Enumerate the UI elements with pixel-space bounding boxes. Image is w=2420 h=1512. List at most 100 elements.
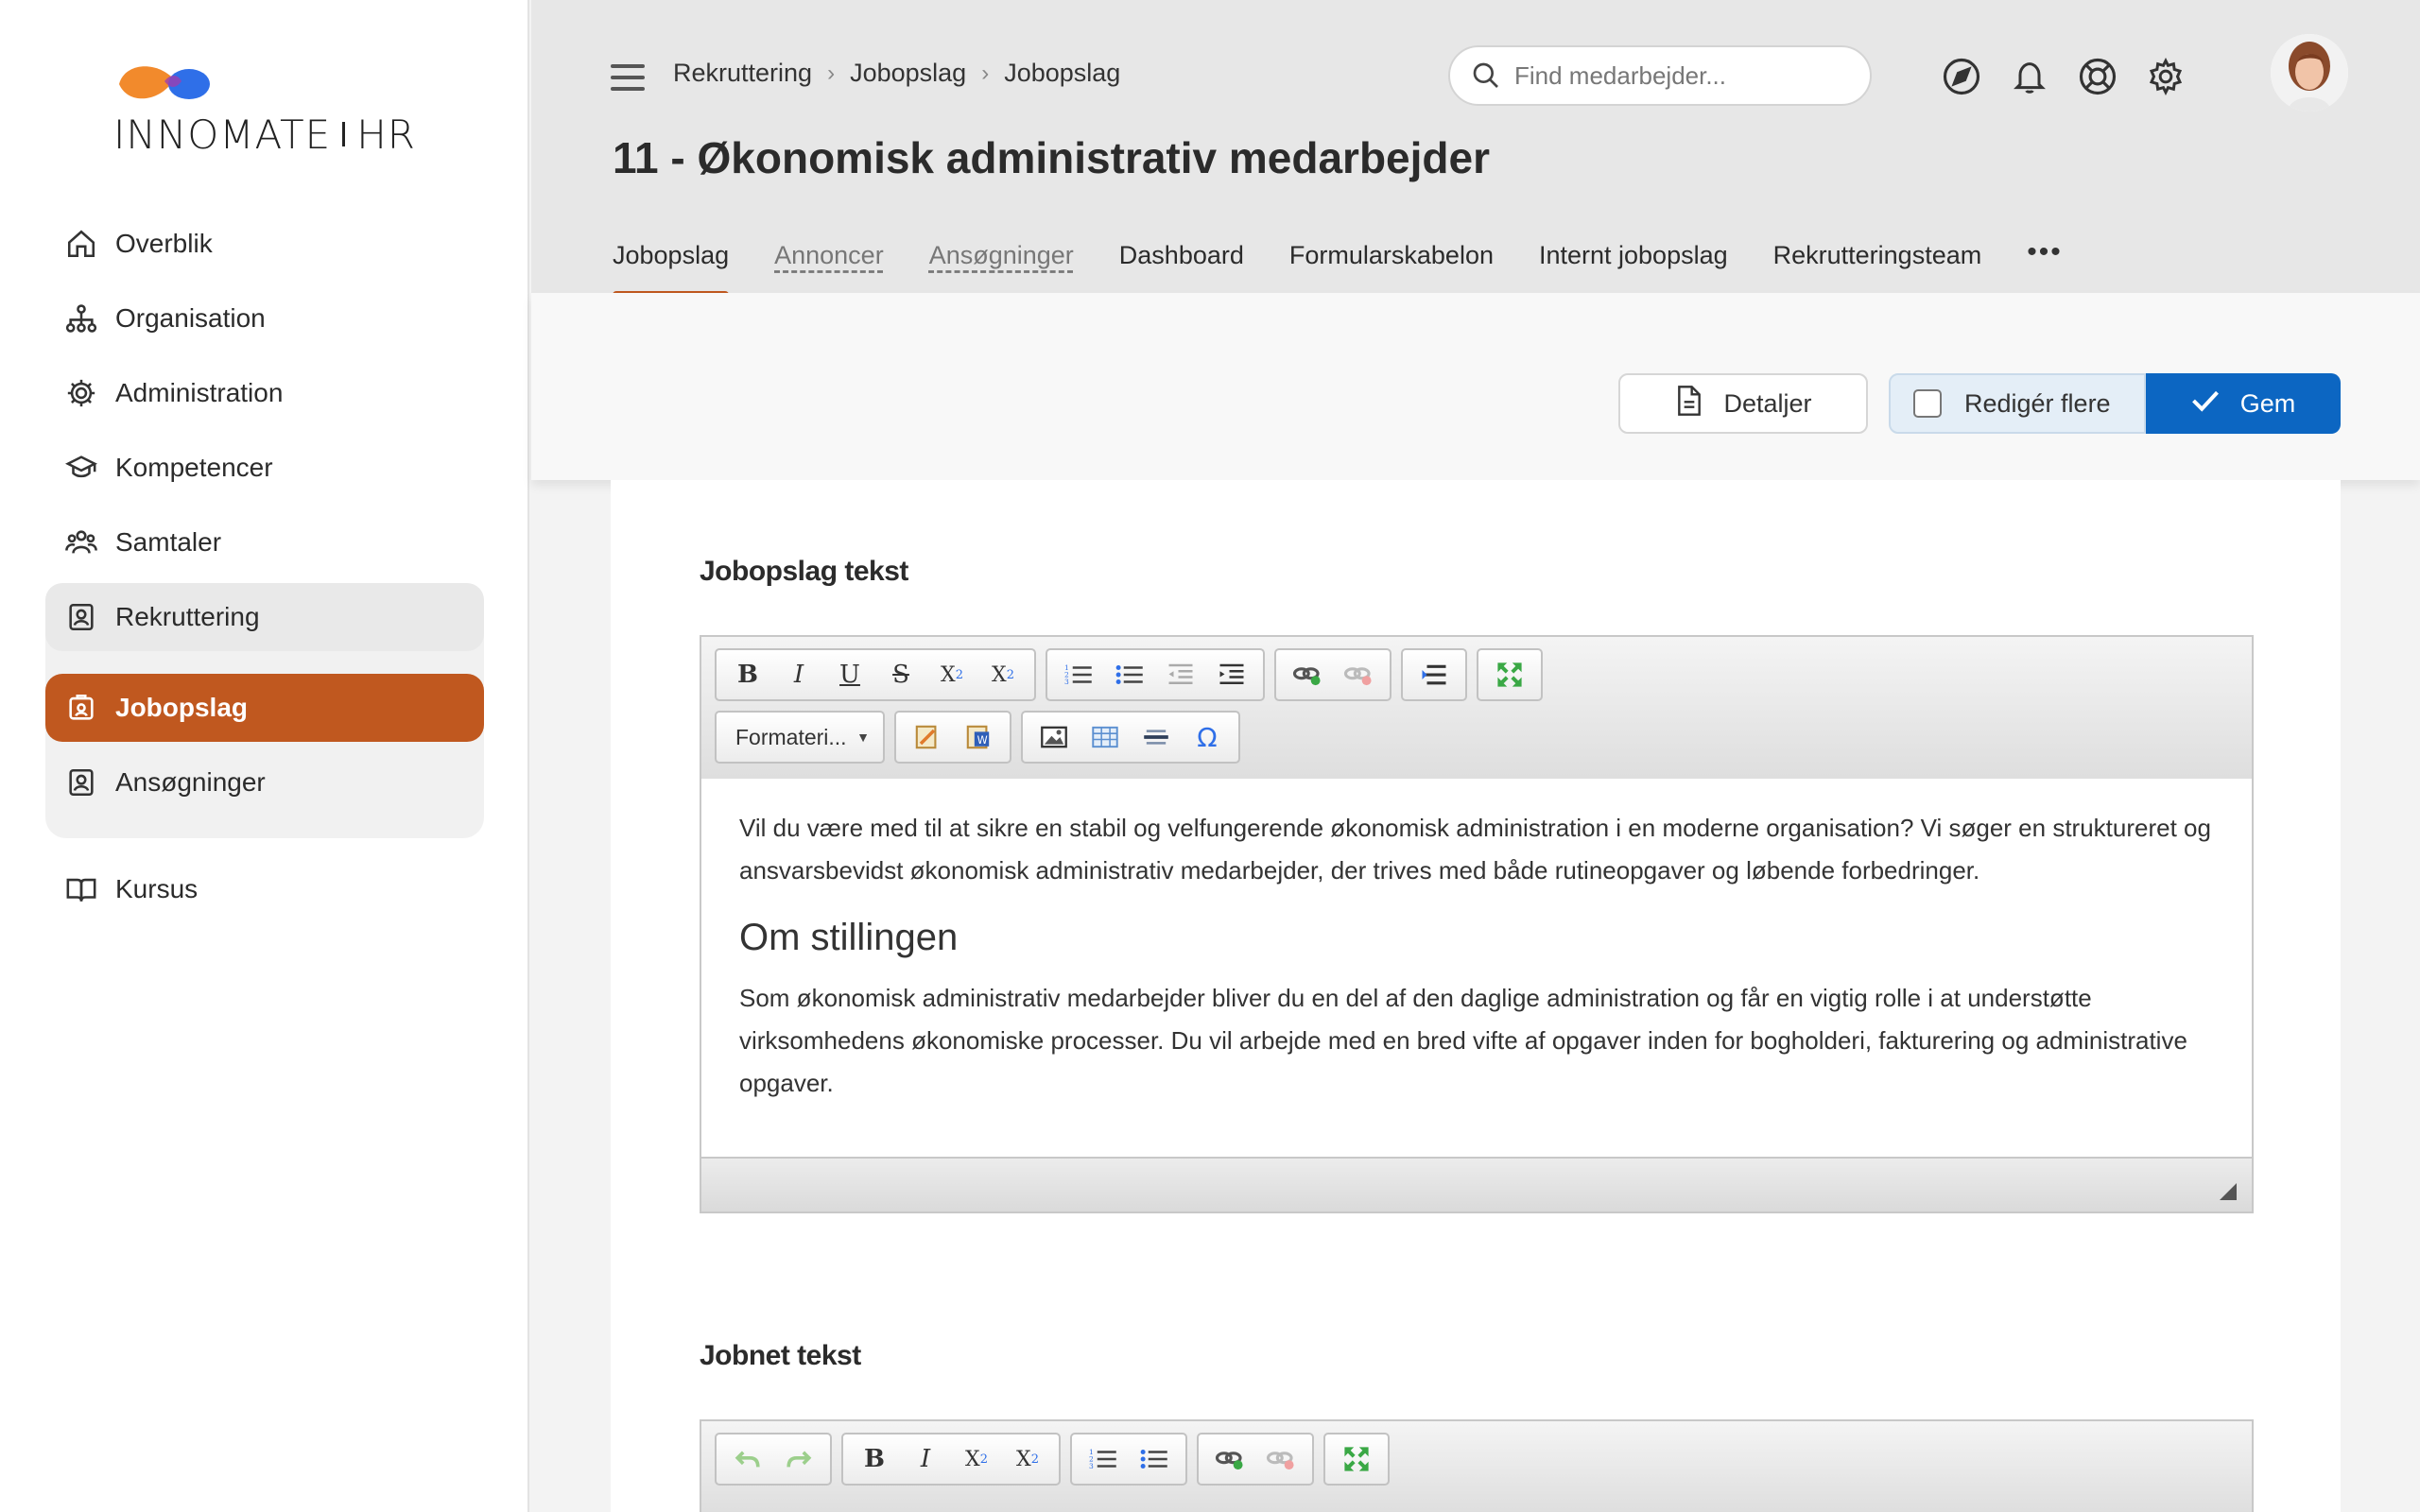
editor-toolbar: B I X2 X2 123 [701, 1421, 2252, 1512]
paste-text-icon[interactable] [902, 715, 953, 759]
id-badge-icon [64, 765, 98, 799]
sidebar: INNOMATE HR Overblik Organisation Adminis… [0, 0, 529, 1512]
tab-rekrutteringsteam[interactable]: Rekrutteringsteam [1773, 241, 1982, 285]
tab-internt-jobopslag[interactable]: Internt jobopslag [1539, 241, 1728, 285]
editor-paragraph: Som økonomisk administrativ medarbejder … [739, 984, 2187, 1097]
breadcrumb-item[interactable]: Jobopslag [1004, 59, 1120, 88]
id-badge-icon [64, 600, 98, 634]
toolbar-group-lists: 123 [1070, 1433, 1187, 1486]
details-button[interactable]: Detaljer [1618, 373, 1868, 434]
org-chart-icon [64, 301, 98, 335]
brand-logo[interactable]: INNOMATE HR [113, 59, 425, 163]
sidebar-item-ansogninger[interactable]: Ansøgninger [45, 748, 484, 816]
resize-handle-icon[interactable] [2220, 1183, 2237, 1200]
sidebar-item-label: Samtaler [115, 527, 222, 557]
underline-icon[interactable]: U [824, 653, 875, 696]
sidebar-item-kompetencer[interactable]: Kompetencer [45, 434, 484, 502]
book-icon [64, 872, 98, 906]
superscript-icon[interactable]: X2 [1002, 1437, 1053, 1481]
edit-multiple-toggle[interactable]: Redigér flere [1889, 373, 2146, 434]
sidebar-item-organisation[interactable]: Organisation [45, 284, 484, 352]
editor-heading: Om stillingen [739, 917, 959, 958]
special-character-icon[interactable]: Ω [1182, 715, 1233, 759]
search-box[interactable] [1448, 45, 1872, 106]
navigate-icon[interactable] [1940, 55, 1983, 98]
link-icon[interactable] [1204, 1437, 1255, 1481]
numbered-list-icon[interactable]: 123 [1053, 653, 1104, 696]
header-icons [1940, 55, 2187, 98]
sidebar-item-overblik[interactable]: Overblik [45, 210, 484, 278]
svg-text:W: W [977, 734, 988, 747]
format-select[interactable]: Formateri... ▼ [715, 711, 885, 764]
rich-text-editor-jobnet: B I X2 X2 123 [700, 1419, 2254, 1512]
undo-icon[interactable] [722, 1437, 773, 1481]
sidebar-item-administration[interactable]: Administration [45, 359, 484, 427]
user-avatar[interactable] [2271, 34, 2348, 112]
link-icon[interactable] [1282, 653, 1333, 696]
toolbar-group-lists: 123 [1046, 648, 1265, 701]
tab-annoncer[interactable]: Annoncer [774, 241, 884, 285]
indent-icon[interactable] [1206, 653, 1257, 696]
bold-icon[interactable]: B [722, 653, 773, 696]
settings-gear-icon[interactable] [2144, 55, 2187, 98]
tab-dashboard[interactable]: Dashboard [1119, 241, 1244, 285]
sidebar-item-jobopslag[interactable]: Jobopslag [45, 674, 484, 742]
unlink-icon[interactable] [1255, 1437, 1306, 1481]
bullet-list-icon[interactable] [1104, 653, 1155, 696]
toolbar-group-basic: B I X2 X2 [841, 1433, 1061, 1486]
editor-paragraph: Vil du være med til at sikre en stabil o… [739, 814, 2211, 885]
sidebar-item-kursus[interactable]: Kursus [45, 855, 484, 923]
page-break-icon[interactable] [1409, 653, 1460, 696]
edit-multiple-checkbox[interactable] [1913, 389, 1942, 418]
logo-mark-icon [119, 66, 210, 99]
italic-icon[interactable]: I [773, 653, 824, 696]
save-button[interactable]: Gem [2146, 373, 2341, 434]
breadcrumb-item[interactable]: Rekruttering [673, 59, 812, 88]
main-nav: Overblik Organisation Administration Kom… [45, 210, 484, 930]
bullet-list-icon[interactable] [1129, 1437, 1180, 1481]
unlink-icon[interactable] [1333, 653, 1384, 696]
tab-ansogninger[interactable]: Ansøgninger [929, 241, 1074, 285]
sidebar-item-rekruttering[interactable]: Rekruttering [45, 583, 484, 651]
breadcrumb-item[interactable]: Jobopslag [850, 59, 966, 88]
italic-icon[interactable]: I [900, 1437, 951, 1481]
editor-content[interactable]: Vil du være med til at sikre en stabil o… [701, 779, 2252, 1157]
table-icon[interactable] [1080, 715, 1131, 759]
search-icon [1473, 62, 1498, 88]
subscript-icon[interactable]: X2 [926, 653, 977, 696]
numbered-list-icon[interactable]: 123 [1078, 1437, 1129, 1481]
maximize-icon[interactable] [1331, 1437, 1382, 1481]
maximize-icon[interactable] [1484, 653, 1535, 696]
toolbar-group-links [1197, 1433, 1314, 1486]
strikethrough-icon[interactable]: S [875, 653, 926, 696]
toolbar-group-paste: W [894, 711, 1011, 764]
menu-toggle-icon[interactable] [611, 64, 645, 91]
details-label: Detaljer [1723, 388, 1812, 418]
more-tabs-icon[interactable]: ••• [2027, 236, 2063, 289]
sidebar-item-label: Ansøgninger [115, 767, 266, 797]
subscript-icon[interactable]: X2 [951, 1437, 1002, 1481]
superscript-icon[interactable]: X2 [977, 653, 1028, 696]
help-lifebuoy-icon[interactable] [2076, 55, 2119, 98]
tab-bar: Jobopslag Annoncer Ansøgninger Dashboard… [613, 236, 2063, 299]
brand-wordmark: INNOMATE HR [113, 112, 416, 158]
chevron-right-icon: › [827, 60, 836, 86]
horizontal-rule-icon[interactable] [1131, 715, 1182, 759]
sidebar-item-label: Administration [115, 378, 284, 407]
search-input[interactable] [1514, 60, 1836, 91]
avatar-photo [2271, 34, 2348, 112]
home-icon [64, 227, 98, 261]
caret-down-icon: ▼ [856, 730, 870, 745]
paste-word-icon[interactable]: W [953, 715, 1004, 759]
tab-formularskabelon[interactable]: Formularskabelon [1289, 241, 1494, 285]
sidebar-item-samtaler[interactable]: Samtaler [45, 508, 484, 576]
page-header: Rekruttering › Jobopslag › Jobopslag 11 … [531, 0, 2420, 299]
redo-icon[interactable] [773, 1437, 824, 1481]
toolbar-group-maximize [1477, 648, 1543, 701]
image-icon[interactable] [1028, 715, 1080, 759]
bell-icon[interactable] [2008, 55, 2051, 98]
outdent-icon[interactable] [1155, 653, 1206, 696]
bold-icon[interactable]: B [849, 1437, 900, 1481]
format-select-value: Formateri... [735, 724, 847, 749]
tab-jobopslag[interactable]: Jobopslag [613, 241, 730, 299]
